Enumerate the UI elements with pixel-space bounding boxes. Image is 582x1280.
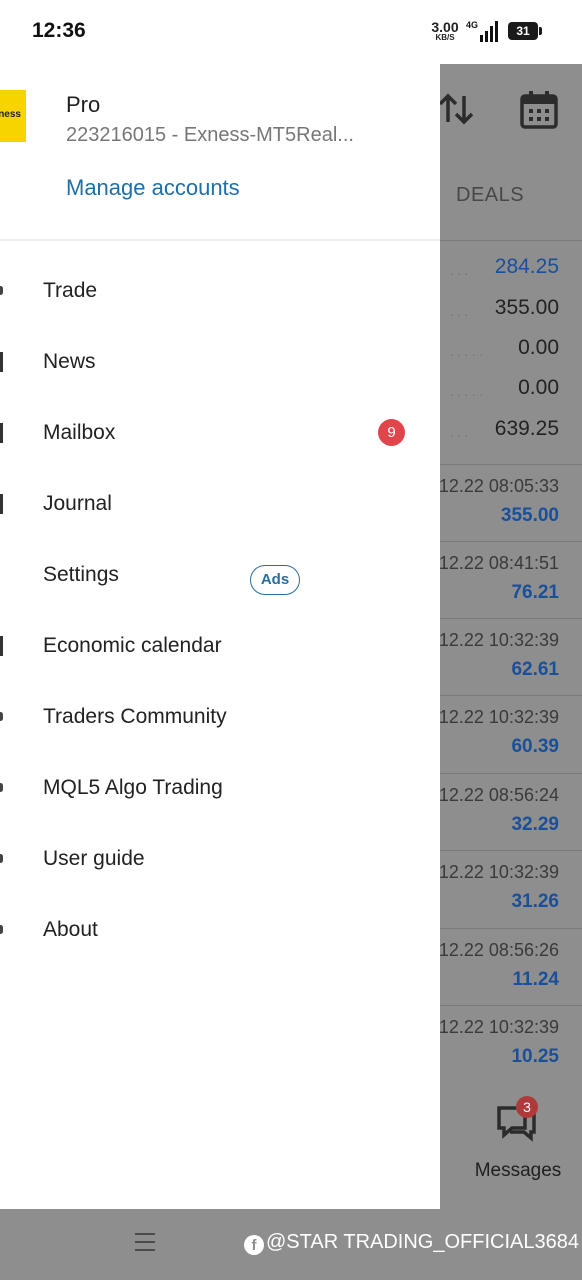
messages-label: Messages: [474, 1160, 562, 1181]
deal-row[interactable]: .12.22 10:32:39 60.39: [434, 695, 582, 773]
menu-item-label: Trade: [43, 279, 98, 302]
deal-time: .12.22 08:05:33: [433, 476, 559, 496]
menu-item-label: Mailbox: [43, 421, 116, 444]
deal-row[interactable]: .12.22 08:05:33 355.00: [434, 464, 582, 542]
deal-row[interactable]: .12.22 08:41:51 76.21: [434, 541, 582, 619]
leader-dots: ...: [450, 264, 473, 278]
account-id: 223216015 - Exness-MT5Real...: [66, 124, 354, 146]
algo-icon: [0, 783, 3, 792]
menu-item-news[interactable]: News: [0, 331, 440, 393]
deal-time: .12.22 10:32:39: [433, 862, 559, 882]
battery-icon: 31: [508, 22, 542, 40]
deal-amount: 10.25: [511, 1046, 559, 1067]
deal-time: .12.22 10:32:39: [433, 1017, 559, 1037]
deal-time: .12.22 10:32:39: [433, 707, 559, 727]
drawer-divider: [0, 239, 440, 241]
deal-row[interactable]: .12.22 08:56:24 32.29: [434, 773, 582, 851]
menu-item-label: Settings: [43, 563, 119, 586]
deal-amount: 31.26: [511, 891, 559, 912]
tab-divider: [440, 240, 582, 241]
network-speed-unit: KB/S: [435, 33, 455, 42]
menu-item-settings[interactable]: Settings: [0, 544, 440, 606]
summary-value: 284.25: [494, 255, 559, 278]
deal-row[interactable]: .12.22 10:32:39 62.61: [434, 618, 582, 696]
calendar-icon[interactable]: [519, 90, 559, 130]
broker-logo: ness: [0, 90, 26, 142]
deal-row[interactable]: .12.22 10:32:39 31.26: [434, 850, 582, 928]
broker-logo-text: ness: [0, 109, 21, 120]
trade-icon: [0, 286, 3, 295]
menu-item-label: User guide: [43, 847, 145, 870]
summary-value: 639.25: [494, 417, 559, 440]
summary-value: 0.00: [518, 336, 559, 359]
facebook-icon: f: [244, 1235, 264, 1255]
deal-time: .12.22 08:56:26: [433, 940, 559, 960]
network-type-label: 4G: [466, 20, 478, 30]
tab-deals[interactable]: DEALS: [456, 184, 524, 207]
deal-amount: 62.61: [511, 659, 559, 680]
menu-item-label: MQL5 Algo Trading: [43, 776, 223, 799]
watermark: f @STAR TRADING_OFFICIAL3684: [244, 1231, 579, 1255]
status-time: 12:36: [32, 19, 86, 42]
menu-item-traders-community[interactable]: Traders Community: [0, 686, 440, 748]
ads-badge: Ads: [250, 565, 300, 595]
leader-dots: ...: [450, 426, 473, 440]
deal-row[interactable]: .12.22 08:56:26 11.24: [434, 928, 582, 1006]
deal-time: .12.22 08:56:24: [433, 785, 559, 805]
leader-dots: .....: [450, 345, 487, 359]
status-bar: 12:36 3.00 KB/S 4G 31: [0, 0, 582, 64]
deal-amount: 32.29: [511, 814, 559, 835]
menu-item-mailbox[interactable]: Mailbox: [0, 402, 440, 464]
leader-dots: ...: [450, 305, 473, 319]
deal-time: .12.22 08:41:51: [433, 553, 559, 573]
menu-item-label: Journal: [43, 492, 112, 515]
leader-dots: .....: [450, 385, 487, 399]
menu-item-label: Traders Community: [43, 705, 227, 728]
network-speed: 3.00 KB/S: [428, 20, 462, 42]
about-icon: [0, 925, 3, 934]
menu-item-economic-calendar[interactable]: Economic calendar: [0, 615, 440, 677]
navigation-drawer: ness Pro 223216015 - Exness-MT5Real... M…: [0, 64, 440, 1209]
news-icon: [0, 352, 3, 372]
system-nav-bar: f @STAR TRADING_OFFICIAL3684: [0, 1209, 582, 1280]
menu-item-label: About: [43, 918, 98, 941]
calendar-icon: [0, 636, 3, 656]
deal-row[interactable]: .12.22 10:32:39 10.25: [434, 1005, 582, 1083]
deal-time: .12.22 10:32:39: [433, 630, 559, 650]
mailbox-icon: [0, 423, 3, 443]
community-icon: [0, 712, 3, 721]
recent-apps-icon[interactable]: [135, 1233, 155, 1257]
deal-amount: 11.24: [512, 969, 560, 990]
signal-icon: 4G: [466, 20, 498, 42]
summary-value: 0.00: [518, 376, 559, 399]
network-speed-value: 3.00: [431, 19, 459, 35]
menu-item-label: News: [43, 350, 96, 373]
deal-amount: 60.39: [511, 736, 559, 757]
watermark-text: @STAR TRADING_OFFICIAL3684: [266, 1231, 579, 1253]
menu-item-trade[interactable]: Trade: [0, 260, 440, 322]
menu-item-journal[interactable]: Journal: [0, 473, 440, 535]
manage-accounts-link[interactable]: Manage accounts: [66, 175, 240, 201]
user-guide-icon: [0, 854, 3, 863]
menu-item-about[interactable]: About: [0, 899, 440, 961]
menu-item-user-guide[interactable]: User guide: [0, 828, 440, 890]
deal-amount: 76.21: [511, 582, 559, 603]
journal-icon: [0, 494, 3, 514]
sort-icon[interactable]: [438, 92, 476, 126]
mailbox-unread-badge: 9: [378, 419, 405, 446]
account-type: Pro: [66, 92, 101, 117]
messages-badge: 3: [516, 1096, 538, 1118]
menu-item-mql5-algo-trading[interactable]: MQL5 Algo Trading: [0, 757, 440, 819]
menu-item-label: Economic calendar: [43, 634, 222, 657]
deal-amount: 355.00: [500, 505, 559, 526]
summary-value: 355.00: [494, 296, 559, 319]
